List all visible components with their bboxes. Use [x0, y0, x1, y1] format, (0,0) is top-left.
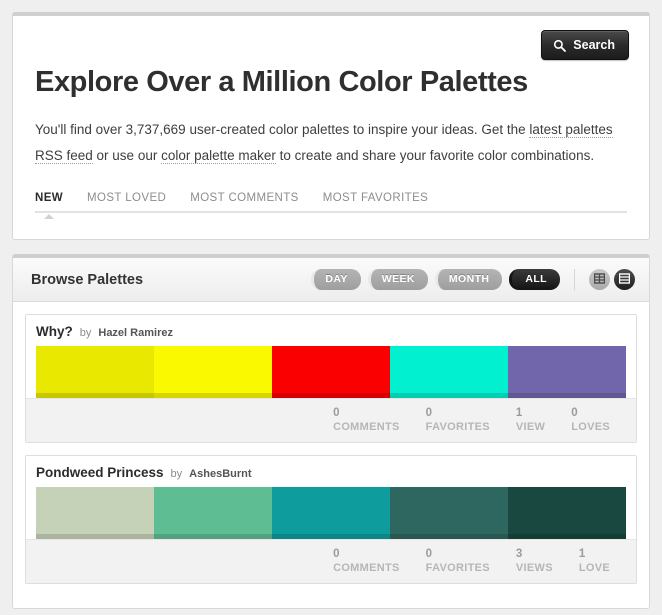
- swatch-5[interactable]: [508, 487, 626, 539]
- tab-most-favorites[interactable]: MOST FAVORITES: [323, 192, 429, 211]
- desc-text-3: to create and share your favorite color …: [276, 148, 594, 163]
- palette-by-label: by: [80, 327, 92, 339]
- stat-comments-label: COMMENTS: [333, 420, 400, 434]
- palette-stats: 0 COMMENTS 0 FAVORITES 3 VIEWS 1 LOVE: [26, 539, 636, 583]
- stat-views-count: 3: [516, 548, 553, 561]
- tab-most-loved[interactable]: MOST LOVED: [87, 192, 166, 211]
- time-filter-group: DAY WEEK MONTH ALL: [311, 269, 560, 290]
- tab-new[interactable]: NEW: [35, 192, 63, 211]
- stat-favorites-label: FAVORITES: [426, 420, 490, 434]
- stat-comments: 0 COMMENTS: [333, 407, 400, 434]
- filter-week[interactable]: WEEK: [368, 269, 428, 290]
- stat-favorites: 0 FAVORITES: [426, 548, 490, 575]
- grid-icon: [594, 271, 605, 289]
- palette-swatches[interactable]: [36, 487, 626, 539]
- palette-swatches[interactable]: [36, 346, 626, 398]
- stat-loves-label: LOVES: [571, 420, 610, 434]
- desc-text-1: You'll find over 3,737,669 user-created …: [35, 122, 529, 137]
- search-icon: [553, 39, 566, 52]
- stat-views-label: VIEWS: [516, 561, 553, 575]
- filter-month[interactable]: MONTH: [435, 269, 503, 290]
- tab-most-comments[interactable]: MOST COMMENTS: [190, 192, 299, 211]
- filter-day[interactable]: DAY: [311, 269, 360, 290]
- stat-favorites-label: FAVORITES: [426, 561, 490, 575]
- palette-list: Why? by Hazel Ramirez 0 COMMENTS: [13, 302, 649, 608]
- palette-row: Why? by Hazel Ramirez 0 COMMENTS: [25, 314, 637, 443]
- swatch-3[interactable]: [272, 487, 390, 539]
- view-toggle-group: [574, 269, 635, 290]
- palette-by-label: by: [171, 468, 183, 480]
- hero-card: Search Explore Over a Million Color Pale…: [12, 12, 650, 240]
- stat-views: 1 VIEW: [516, 407, 545, 434]
- stat-favorites: 0 FAVORITES: [426, 407, 490, 434]
- palette-title[interactable]: Why?: [36, 324, 73, 339]
- stat-comments: 0 COMMENTS: [333, 548, 400, 575]
- palette-stats: 0 COMMENTS 0 FAVORITES 1 VIEW 0 LOVES: [26, 398, 636, 442]
- stat-loves-count: 0: [571, 407, 610, 420]
- stat-loves: 0 LOVES: [571, 407, 610, 434]
- browse-title: Browse Palettes: [31, 272, 311, 288]
- stat-favorites-count: 0: [426, 548, 490, 561]
- swatch-1[interactable]: [36, 346, 154, 398]
- stat-comments-count: 0: [333, 548, 400, 561]
- search-button[interactable]: Search: [541, 30, 629, 60]
- stat-views: 3 VIEWS: [516, 548, 553, 575]
- palette-author[interactable]: AshesBurnt: [189, 468, 251, 480]
- palette-title[interactable]: Pondweed Princess: [36, 465, 164, 480]
- page-container: Search Explore Over a Million Color Pale…: [0, 0, 662, 609]
- search-button-label: Search: [573, 38, 615, 52]
- stat-loves: 1 LOVE: [579, 548, 610, 575]
- stat-views-count: 1: [516, 407, 545, 420]
- swatch-5[interactable]: [508, 346, 626, 398]
- palette-maker-link[interactable]: color palette maker: [161, 148, 276, 164]
- filter-all[interactable]: ALL: [509, 269, 560, 290]
- stat-comments-count: 0: [333, 407, 400, 420]
- swatch-2[interactable]: [154, 487, 272, 539]
- swatch-1[interactable]: [36, 487, 154, 539]
- stat-views-label: VIEW: [516, 420, 545, 434]
- list-view-button[interactable]: [614, 269, 635, 290]
- stat-loves-count: 1: [579, 548, 610, 561]
- palette-author[interactable]: Hazel Ramirez: [98, 327, 173, 339]
- swatch-4[interactable]: [390, 487, 508, 539]
- list-icon: [619, 271, 630, 289]
- swatch-4[interactable]: [390, 346, 508, 398]
- palette-row: Pondweed Princess by AshesBurnt 0 COMMEN…: [25, 455, 637, 584]
- swatch-2[interactable]: [154, 346, 272, 398]
- palette-header: Why? by Hazel Ramirez: [36, 324, 626, 346]
- grid-view-button[interactable]: [589, 269, 610, 290]
- stat-favorites-count: 0: [426, 407, 490, 420]
- stat-loves-label: LOVE: [579, 561, 610, 575]
- stat-comments-label: COMMENTS: [333, 561, 400, 575]
- browse-card: Browse Palettes DAY WEEK MONTH ALL: [12, 254, 650, 609]
- browse-header: Browse Palettes DAY WEEK MONTH ALL: [13, 258, 649, 302]
- page-title: Explore Over a Million Color Palettes: [35, 66, 627, 99]
- sort-tabs: NEW MOST LOVED MOST COMMENTS MOST FAVORI…: [35, 185, 627, 213]
- swatch-3[interactable]: [272, 346, 390, 398]
- desc-text-2: or use our: [93, 148, 161, 163]
- hero-description: You'll find over 3,737,669 user-created …: [35, 117, 615, 169]
- palette-header: Pondweed Princess by AshesBurnt: [36, 465, 626, 487]
